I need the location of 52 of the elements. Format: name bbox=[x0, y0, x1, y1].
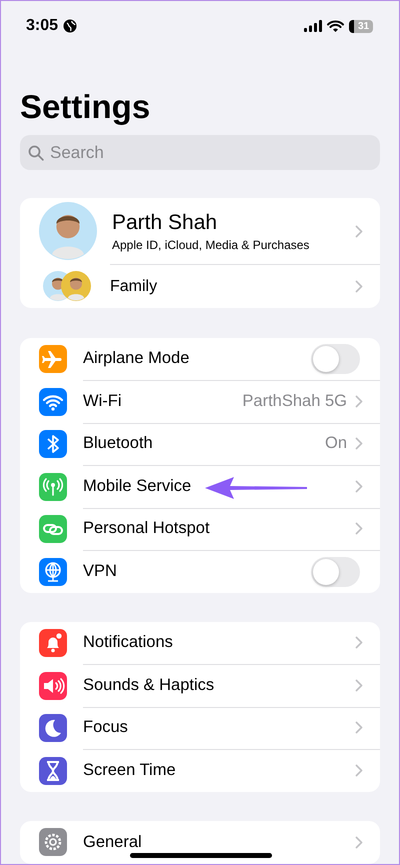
signal-icon bbox=[304, 20, 322, 32]
chevron-icon bbox=[355, 394, 363, 408]
chevron-icon bbox=[355, 437, 363, 450]
chevron-icon bbox=[355, 280, 363, 293]
avatar-figure bbox=[61, 271, 91, 301]
setting-label: Screen Time bbox=[83, 761, 176, 780]
family-row[interactable]: Family bbox=[20, 264, 380, 308]
setting-label: Focus bbox=[83, 718, 128, 738]
home-indicator[interactable] bbox=[130, 853, 272, 858]
page-title: Settings bbox=[20, 87, 152, 127]
search-field[interactable]: Search bbox=[20, 135, 380, 170]
settings-row[interactable]: Wi-Fi ParthShah 5G bbox=[20, 380, 380, 423]
setting-value: On bbox=[324, 434, 347, 454]
toggle-switch[interactable] bbox=[311, 344, 360, 374]
wifi-icon bbox=[327, 20, 344, 32]
chevron-icon bbox=[355, 480, 363, 493]
family-label: Family bbox=[110, 278, 158, 296]
toggle-switch[interactable] bbox=[311, 556, 360, 587]
setting-label: General bbox=[83, 832, 142, 852]
settings-row[interactable]: Screen Time bbox=[20, 750, 380, 792]
chevron-icon bbox=[355, 636, 363, 650]
account-subtitle: Apple ID, iCloud, Media & Purchases bbox=[112, 238, 310, 252]
setting-label: Airplane Mode bbox=[83, 349, 190, 368]
settings-row[interactable]: Sounds & Haptics bbox=[20, 664, 380, 707]
setting-label: Sounds & Haptics bbox=[83, 676, 214, 695]
chevron-icon bbox=[355, 721, 363, 734]
battery-level: 31 bbox=[349, 20, 373, 32]
settings-row[interactable]: Personal Hotspot bbox=[20, 508, 380, 550]
settings-row[interactable]: Airplane Mode bbox=[20, 338, 380, 380]
setting-label: Bluetooth bbox=[83, 434, 153, 454]
settings-row[interactable]: Bluetooth On bbox=[20, 423, 380, 466]
setting-label: VPN bbox=[83, 562, 117, 582]
setting-label: Wi-Fi bbox=[83, 392, 122, 411]
setting-value: ParthShah 5G bbox=[242, 392, 347, 411]
settings-row[interactable]: Focus bbox=[20, 707, 380, 750]
chevron-icon bbox=[355, 764, 363, 778]
avatar-figure bbox=[39, 202, 97, 260]
setting-label: Mobile Service bbox=[83, 476, 192, 496]
globe-icon bbox=[63, 19, 78, 33]
setting-label: Notifications bbox=[83, 633, 173, 652]
settings-row[interactable]: Mobile Service bbox=[20, 466, 380, 508]
account-row[interactable]: Parth Shah Apple ID, iCloud, Media & Purchases bbox=[20, 198, 380, 264]
clock-time: 3:05 bbox=[26, 17, 58, 35]
chevron-icon bbox=[355, 224, 363, 238]
chevron-icon bbox=[355, 836, 363, 849]
settings-row[interactable]: VPN bbox=[20, 550, 380, 593]
chevron-icon bbox=[355, 522, 363, 536]
setting-label: Personal Hotspot bbox=[83, 519, 210, 538]
chevron-icon bbox=[355, 678, 363, 692]
account-name: Parth Shah bbox=[112, 210, 218, 234]
settings-row[interactable]: Notifications bbox=[20, 622, 380, 664]
search-icon bbox=[28, 145, 44, 161]
